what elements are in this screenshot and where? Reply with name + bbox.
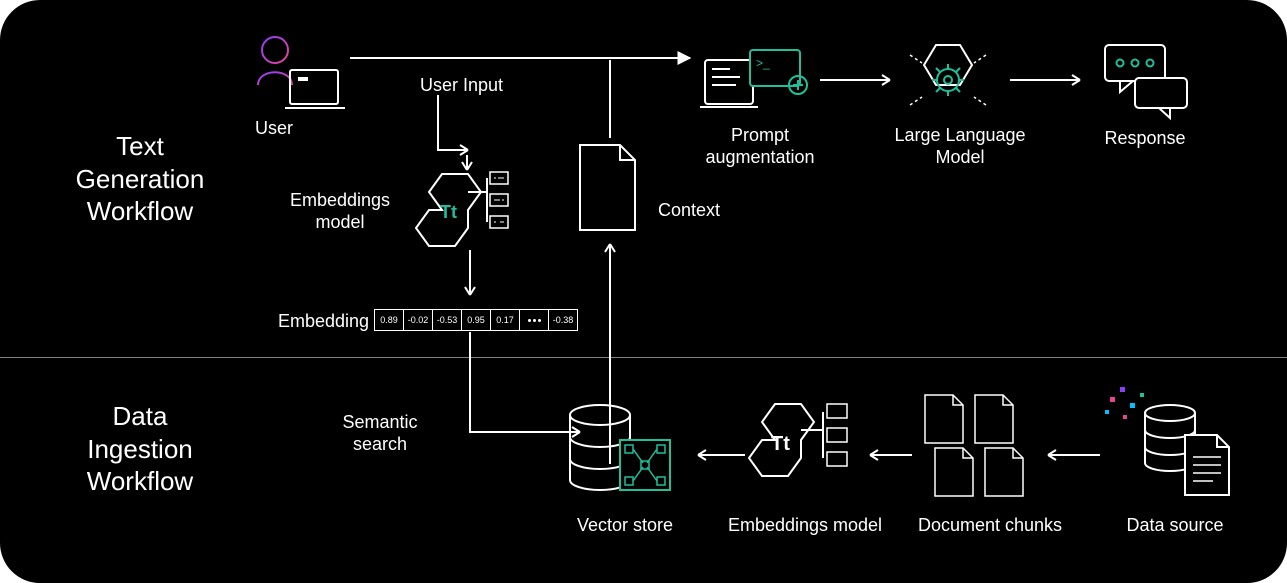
arrow-context-to-prompt [600,60,710,140]
vector-store-icon [565,400,685,510]
vector-store-label: Vector store [560,515,690,536]
arrow-llm-to-response [1010,70,1090,90]
prompt-augmentation-label: Promptaugmentation [700,125,820,168]
llm-icon [900,35,1010,125]
arrow-datasource-to-chunks [1040,445,1105,465]
svg-text:>_: >_ [756,56,770,70]
arrow-embmodel2-to-vectorstore [690,445,750,465]
data-source-icon [1105,385,1245,505]
arrow-user-to-embmodel [428,95,488,175]
arrow-prompt-to-llm [820,70,900,90]
embeddings-model-top-icon: Tt [412,170,522,250]
embeddings-model-bottom-label: Embeddings model [720,515,890,536]
vec-cell: -0.38 [548,309,578,331]
user-label: User [255,118,293,139]
arrow-chunks-to-embmodel [862,445,917,465]
data-source-label: Data source [1110,515,1240,536]
document-chunks-icon [920,390,1040,500]
rag-architecture-diagram: TextGenerationWorkflow DataIngestionWork… [0,0,1287,583]
vec-cell: 0.89 [374,309,404,331]
arrow-embmodel-to-vector [460,250,480,305]
vec-cell-dots [519,309,549,331]
svg-text:Tt: Tt [440,202,457,222]
response-label: Response [1095,128,1195,149]
document-chunks-label: Document chunks [905,515,1075,536]
embeddings-model-top-label: Embeddingsmodel [280,190,400,233]
user-input-label: User Input [420,75,503,96]
semantic-search-label: Semanticsearch [320,412,440,455]
context-document-icon [575,140,645,240]
text-generation-workflow-title: TextGenerationWorkflow [50,130,230,228]
vec-cell: 0.17 [490,309,520,331]
response-icon [1095,40,1195,120]
vec-cell: -0.02 [403,309,433,331]
prompt-augmentation-icon: >_ [700,45,810,125]
vec-cell: -0.53 [432,309,462,331]
embedding-label: Embedding [278,311,369,332]
embeddings-model-bottom-icon: Tt [745,400,865,500]
vec-cell: 0.95 [461,309,491,331]
data-ingestion-workflow-title: DataIngestionWorkflow [50,400,230,498]
user-icon [240,30,350,120]
embedding-vector: 0.89 -0.02 -0.53 0.95 0.17 -0.38 [374,309,577,331]
svg-text:Tt: Tt [771,433,790,455]
context-label: Context [658,200,720,221]
llm-label: Large LanguageModel [880,125,1040,168]
section-divider [0,357,1287,358]
